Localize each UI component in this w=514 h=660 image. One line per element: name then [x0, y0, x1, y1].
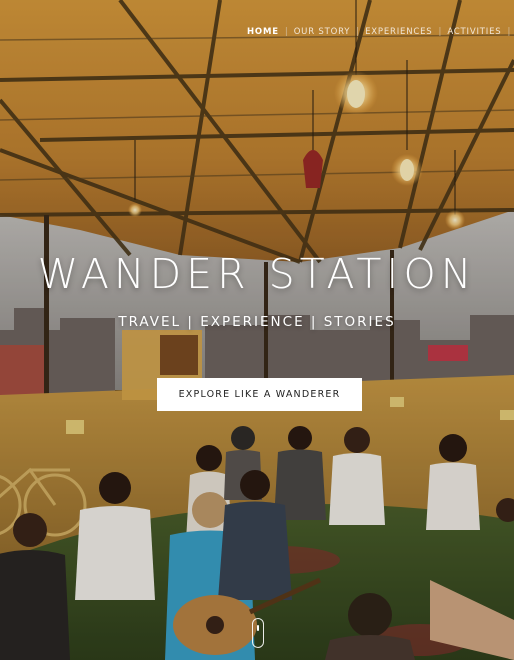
nav-experiences[interactable]: EXPERIENCES — [365, 27, 432, 37]
explore-button[interactable]: EXPLORE LIKE A WANDERER — [157, 378, 362, 411]
nav-separator: | — [356, 27, 360, 37]
hero-subtitle: TRAVEL | EXPERIENCE | STORIES — [118, 314, 396, 330]
nav-activities[interactable]: ACTIVITIES — [447, 27, 501, 37]
nav-our-story[interactable]: OUR STORY — [294, 27, 351, 37]
nav-home[interactable]: HOME — [247, 27, 279, 37]
hero-background-photo — [0, 0, 514, 660]
nav-separator: | — [284, 27, 288, 37]
hero-title: WANDER STATION — [37, 250, 477, 298]
nav-separator: | — [507, 27, 511, 37]
nav-separator: | — [438, 27, 442, 37]
scroll-wheel-dot — [256, 625, 259, 631]
main-nav: HOME | OUR STORY | EXPERIENCES | ACTIVIT… — [247, 24, 514, 40]
rooftop-scene — [0, 0, 514, 660]
mouse-scroll-icon[interactable] — [252, 618, 264, 648]
